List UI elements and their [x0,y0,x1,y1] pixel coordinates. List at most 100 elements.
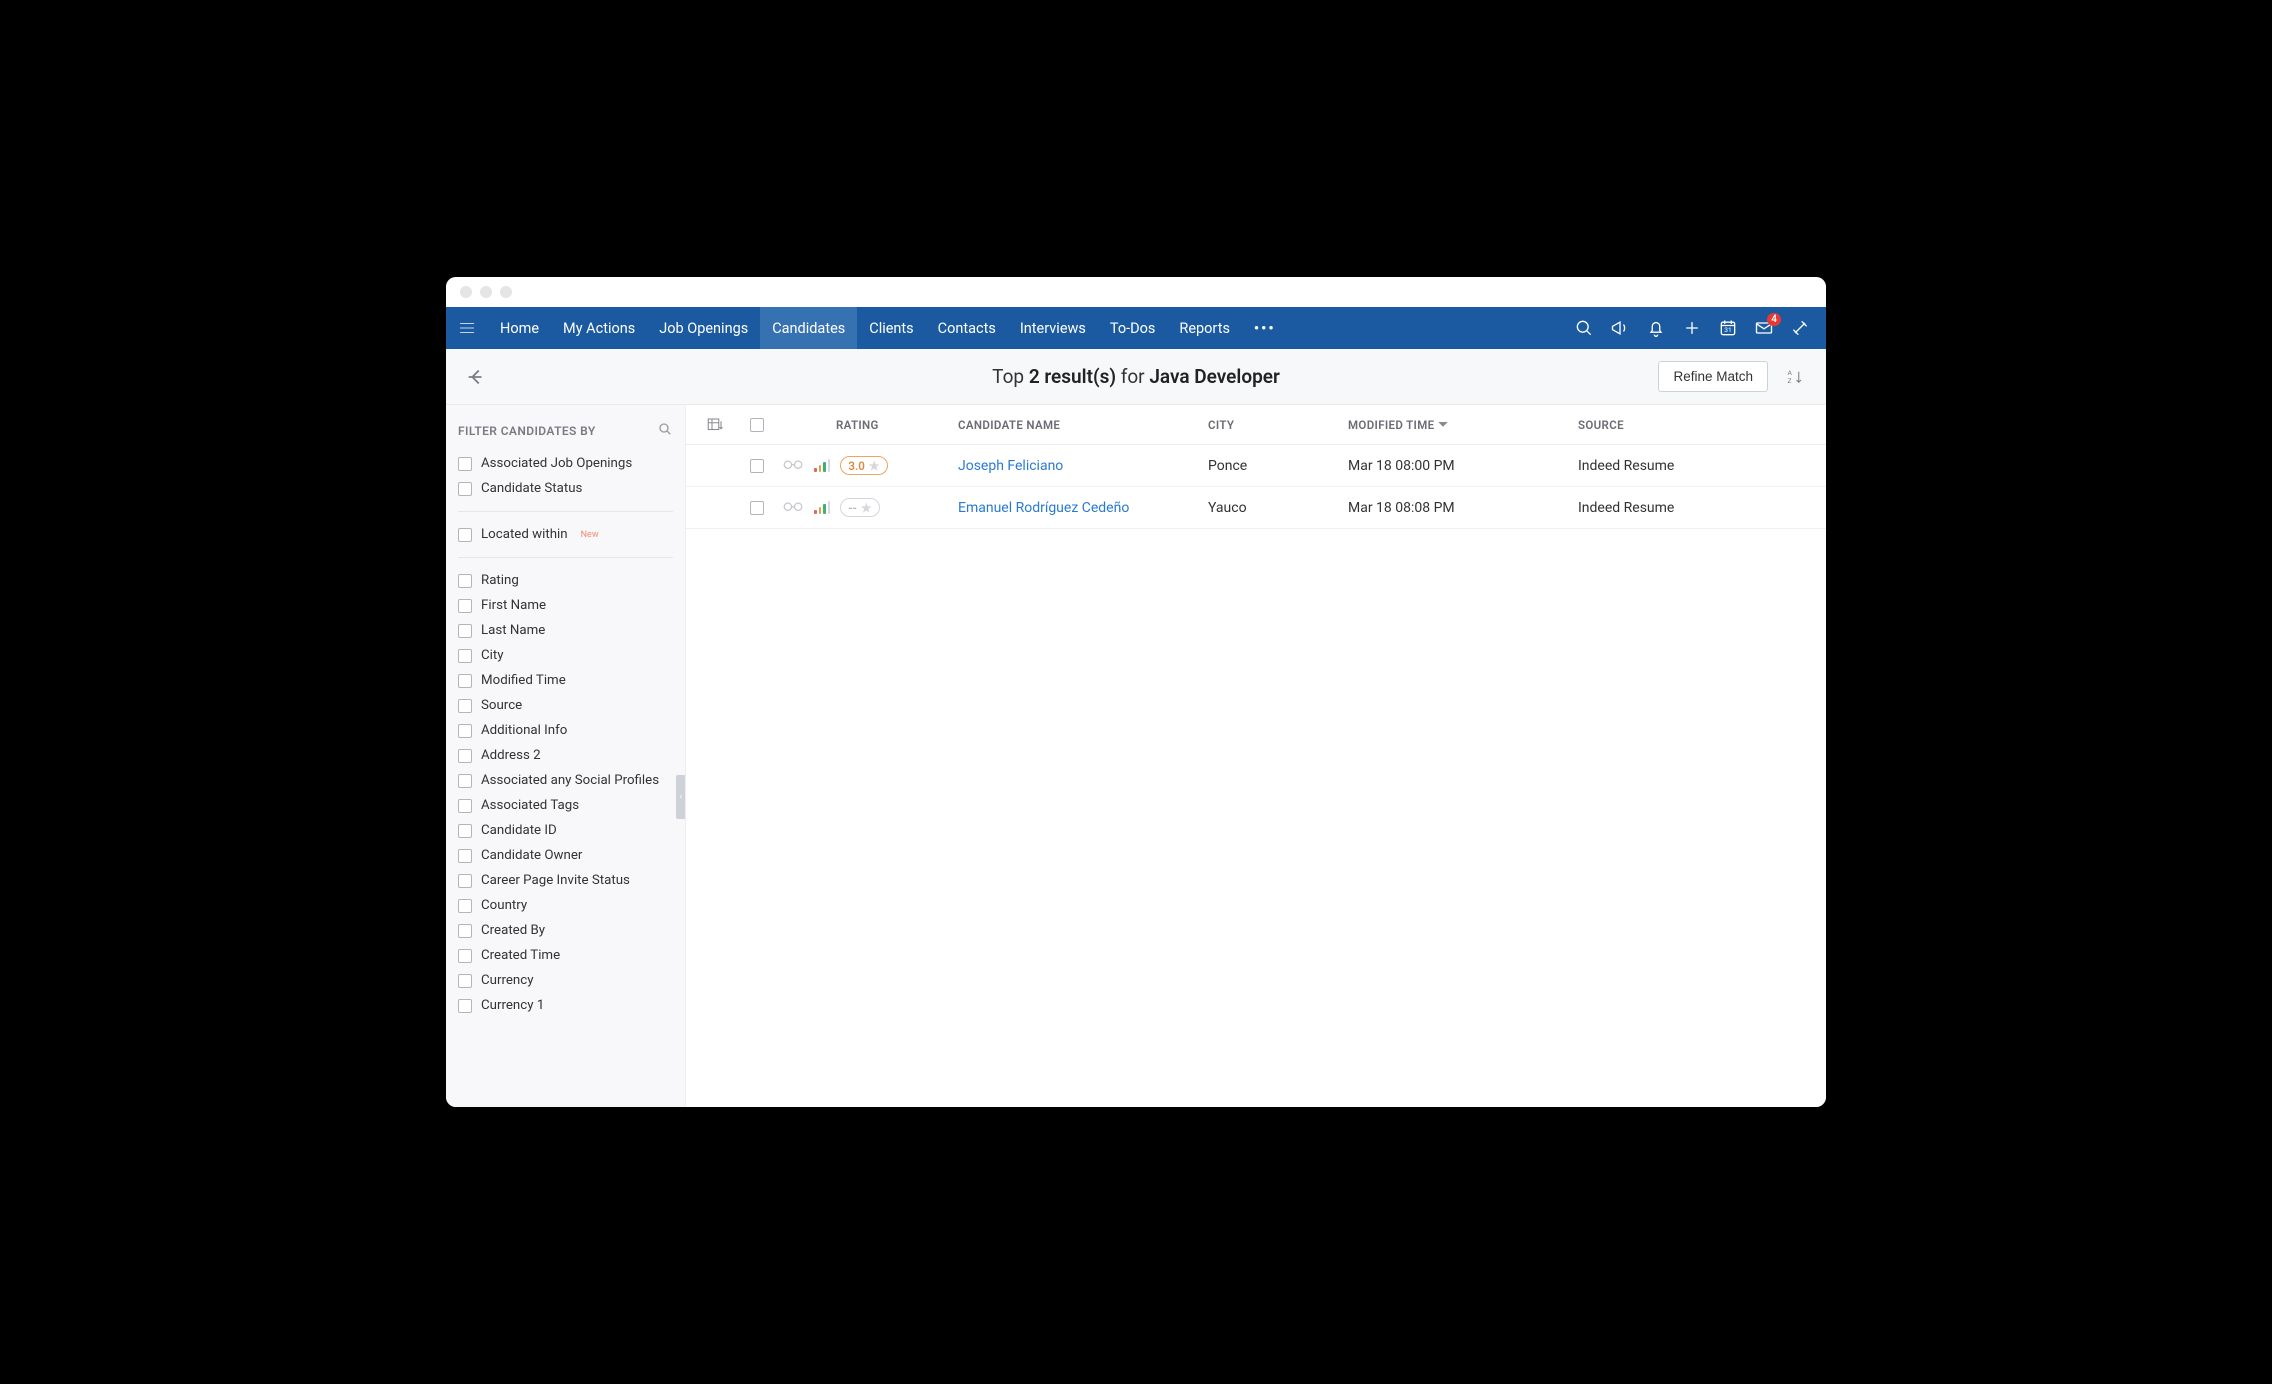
filter-created-time[interactable]: Created Time [446,943,685,968]
filter-modified-time[interactable]: Modified Time [446,668,685,693]
filter-checkbox[interactable] [458,624,472,638]
traffic-light-zoom[interactable] [500,286,512,298]
filter-checkbox[interactable] [458,774,472,788]
nav-my-actions[interactable]: My Actions [551,307,647,349]
filter-label: Associated Job Openings [481,456,632,471]
refine-match-button[interactable]: Refine Match [1658,361,1768,392]
nav-home[interactable]: Home [488,307,551,349]
filter-checkbox[interactable] [458,999,472,1013]
row-checkbox[interactable] [750,501,764,515]
results-count: 2 result(s) [1029,365,1116,388]
filter-group-1: Associated Job Openings Candidate Status [446,451,685,501]
tools-icon[interactable] [1790,318,1810,338]
filter-checkbox[interactable] [458,599,472,613]
results-for: for [1121,365,1145,388]
filter-candidate-status[interactable]: Candidate Status [446,476,685,501]
filter-address-2[interactable]: Address 2 [446,743,685,768]
nav-more[interactable]: ••• [1242,307,1288,349]
filter-checkbox[interactable] [458,924,472,938]
header-rating[interactable]: RATING [778,418,958,432]
mail-icon[interactable]: 4 [1754,318,1774,338]
bell-icon[interactable] [1646,318,1666,338]
rating-pill[interactable]: 3.0 ★ [840,456,887,475]
hamburger-menu[interactable] [446,307,488,349]
nav-clients[interactable]: Clients [857,307,925,349]
filter-candidate-id[interactable]: Candidate ID [446,818,685,843]
filter-associated-tags[interactable]: Associated Tags [446,793,685,818]
candidate-name-link[interactable]: Emanuel Rodríguez Cedeño [958,500,1129,516]
header-city[interactable]: CITY [1208,418,1348,432]
nav-candidates[interactable]: Candidates [760,307,857,349]
calendar-icon[interactable]: 31 [1718,318,1738,338]
filter-currency-1[interactable]: Currency 1 [446,993,685,1018]
filter-city[interactable]: City [446,643,685,668]
filter-checkbox[interactable] [458,574,472,588]
traffic-light-close[interactable] [460,286,472,298]
filter-checkbox[interactable] [458,724,472,738]
filter-last-name[interactable]: Last Name [446,618,685,643]
candidate-name-link[interactable]: Joseph Feliciano [958,458,1063,474]
rating-value: 3.0 [848,459,864,473]
filter-checkbox[interactable] [458,457,472,471]
header-modified-time[interactable]: MODIFIED TIME [1348,418,1578,432]
filter-checkbox[interactable] [458,749,472,763]
filter-created-by[interactable]: Created By [446,918,685,943]
filter-checkbox[interactable] [458,974,472,988]
filter-search-icon[interactable] [657,421,673,441]
filter-checkbox[interactable] [458,528,472,542]
svg-text:A: A [1788,368,1793,376]
column-config-icon[interactable] [694,416,736,434]
filter-located-within[interactable]: Located withinNew [446,522,685,547]
cell-source: Indeed Resume [1578,458,1818,474]
filter-rating[interactable]: Rating [446,568,685,593]
row-checkbox[interactable] [750,459,764,473]
results-title: Top 2 result(s) for Java Developer [992,365,1280,388]
nav-job-openings[interactable]: Job Openings [647,307,760,349]
filter-label: Modified Time [481,673,566,688]
glasses-icon[interactable] [782,499,804,517]
filter-label: Candidate Owner [481,848,582,863]
filter-currency[interactable]: Currency [446,968,685,993]
results-main: RATING CANDIDATE NAME CITY MODIFIED TIME… [686,405,1826,1107]
nav-contacts[interactable]: Contacts [926,307,1008,349]
nav-to-dos[interactable]: To-Dos [1098,307,1168,349]
nav-interviews[interactable]: Interviews [1008,307,1098,349]
filter-associated-social[interactable]: Associated any Social Profiles [446,768,685,793]
filter-checkbox[interactable] [458,899,472,913]
sort-icon[interactable]: AZ [1780,362,1810,392]
filter-associated-job-openings[interactable]: Associated Job Openings [446,451,685,476]
filter-career-page-invite[interactable]: Career Page Invite Status [446,868,685,893]
filter-additional-info[interactable]: Additional Info [446,718,685,743]
select-all-checkbox[interactable] [750,418,764,432]
header-source[interactable]: SOURCE [1578,418,1818,432]
nav-items: Home My Actions Job Openings Candidates … [488,307,1288,349]
glasses-icon[interactable] [782,457,804,475]
filter-country[interactable]: Country [446,893,685,918]
filter-divider [458,511,673,512]
rating-pill[interactable]: -- ★ [840,498,879,517]
traffic-light-minimize[interactable] [480,286,492,298]
cell-city: Ponce [1208,458,1348,474]
filter-first-name[interactable]: First Name [446,593,685,618]
filter-checkbox[interactable] [458,824,472,838]
filter-label: Career Page Invite Status [481,873,630,888]
announce-icon[interactable] [1610,318,1630,338]
filter-checkbox[interactable] [458,649,472,663]
search-icon[interactable] [1574,318,1594,338]
results-target: Java Developer [1149,365,1280,388]
filter-checkbox[interactable] [458,849,472,863]
plus-icon[interactable] [1682,318,1702,338]
filter-candidate-owner[interactable]: Candidate Owner [446,843,685,868]
filter-checkbox[interactable] [458,482,472,496]
filter-checkbox[interactable] [458,949,472,963]
filter-checkbox[interactable] [458,699,472,713]
nav-reports[interactable]: Reports [1167,307,1242,349]
filter-checkbox[interactable] [458,874,472,888]
filter-checkbox[interactable] [458,799,472,813]
filter-source[interactable]: Source [446,693,685,718]
header-candidate-name[interactable]: CANDIDATE NAME [958,418,1208,432]
sidebar-collapse-handle[interactable]: ‹ [676,775,686,819]
back-button[interactable] [462,363,490,391]
filter-divider [458,557,673,558]
filter-checkbox[interactable] [458,674,472,688]
